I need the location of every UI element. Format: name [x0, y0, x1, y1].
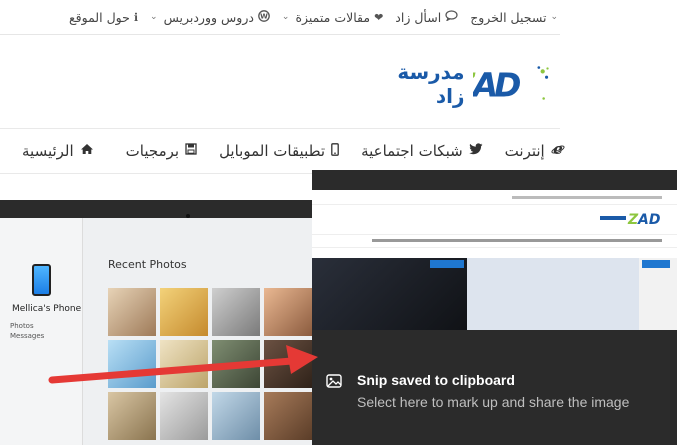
topnav-about-label: حول الموقع — [69, 9, 130, 25]
photo-thumbnail[interactable] — [108, 288, 156, 336]
photo-thumbnail[interactable] — [108, 340, 156, 388]
topnav-logout-label: تسجيل الخروج — [470, 9, 547, 25]
mainnav-software-label: برمجيات — [125, 142, 180, 160]
photo-thumbnail[interactable] — [264, 288, 312, 336]
topnav-ask[interactable]: اسأل زاد — [395, 10, 458, 25]
svg-text:D: D — [494, 66, 521, 105]
photo-thumbnail[interactable] — [212, 340, 260, 388]
svg-text:AD: AD — [637, 212, 660, 227]
mainnav-software[interactable]: برمجيات — [126, 142, 197, 160]
top-nav: ℹ حول الموقع W دروس ووردبريس ⌄ ❤ مقالات … — [57, 0, 560, 34]
phone-sidebar: Mellica's Phone Photos Messages — [0, 218, 83, 445]
mainnav-social[interactable]: شبكات اجتماعية — [361, 142, 483, 160]
mainnav-home[interactable]: الرئيسية — [22, 142, 94, 160]
mini-nav-line — [372, 239, 662, 242]
svg-text:W: W — [260, 12, 268, 20]
top-utility-bar: ℹ حول الموقع W دروس ووردبريس ⌄ ❤ مقالات … — [0, 0, 560, 35]
mainnav-mobile-label: تطبيقات الموبايل — [219, 142, 326, 160]
site-logo[interactable]: Z A D مدرسة زاد — [365, 60, 550, 108]
mini-nav — [312, 234, 677, 248]
topnav-logout[interactable]: ⌄ تسجيل الخروج — [470, 10, 560, 25]
toast-body: Select here to mark up and share the ima… — [357, 394, 630, 410]
wordpress-icon: W — [258, 9, 270, 25]
logo-text: مدرسة زاد — [397, 60, 465, 108]
topnav-wordpress-label: دروس ووردبريس — [163, 9, 254, 25]
save-icon — [185, 143, 197, 159]
photo-thumbnail[interactable] — [160, 392, 208, 440]
topnav-featured[interactable]: ❤ مقالات متميزة ⌄ — [282, 10, 383, 25]
comment-icon — [445, 10, 458, 24]
photo-thumbnail[interactable] — [212, 392, 260, 440]
snip-overlay-top — [312, 170, 677, 190]
mini-logo-icon: Z AD — [600, 212, 660, 227]
snip-toast-notification[interactable]: Snip saved to clipboard Select here to m… — [312, 330, 677, 445]
chevron-down-icon: ⌄ — [550, 12, 558, 22]
heart-icon: ❤ — [374, 10, 384, 24]
mainnav-home-label: الرئيسية — [22, 142, 74, 160]
photo-thumbnail[interactable] — [160, 288, 208, 336]
sidebar-messages: Messages — [10, 332, 45, 340]
mini-badge — [642, 260, 670, 268]
mobile-icon — [331, 142, 339, 160]
snip-preview[interactable]: Z AD — [312, 190, 677, 330]
mainnav-mobile[interactable]: تطبيقات الموبايل — [219, 142, 339, 160]
photo-thumbnail[interactable] — [160, 340, 208, 388]
phone-name: Mellica's Phone — [12, 304, 82, 314]
image-icon — [326, 374, 342, 388]
info-icon: ℹ — [133, 10, 139, 24]
topnav-featured-label: مقالات متميزة — [295, 9, 371, 25]
mini-topnav-line — [512, 196, 662, 199]
phone-icon — [32, 264, 51, 296]
home-icon — [80, 143, 94, 159]
toast-title: Snip saved to clipboard — [357, 372, 515, 388]
sidebar-photos: Photos — [10, 322, 34, 330]
mini-topbar — [312, 190, 677, 205]
article-image[interactable]: Mellica's Phone Photos Messages Recent P… — [0, 200, 312, 445]
mini-article-image-3 — [639, 258, 677, 330]
chevron-down-icon: ⌄ — [150, 12, 158, 22]
main-nav: الرئيسية برمجيات تطبيقات الموبايل شبكات … — [0, 128, 565, 174]
mini-badge — [430, 260, 464, 268]
chevron-down-icon: ⌄ — [281, 12, 290, 22]
photo-thumbnail[interactable] — [108, 392, 156, 440]
mini-article-image-1 — [312, 258, 467, 330]
photo-thumbnail[interactable] — [264, 340, 312, 388]
mainnav-social-label: شبكات اجتماعية — [361, 142, 463, 160]
mainnav-internet[interactable]: e إنترنت — [504, 140, 565, 160]
photo-thumbnail[interactable] — [264, 392, 312, 440]
twitter-icon — [468, 143, 483, 159]
ie-icon: e — [551, 140, 565, 160]
zad-logo-icon: Z A D — [473, 66, 549, 105]
topnav-about[interactable]: ℹ حول الموقع — [69, 10, 138, 25]
photo-thumbnail[interactable] — [212, 288, 260, 336]
topnav-ask-label: اسأل زاد — [395, 9, 442, 25]
topnav-wordpress[interactable]: W دروس ووردبريس ⌄ — [150, 10, 270, 25]
mainnav-internet-label: إنترنت — [504, 142, 545, 160]
your-phone-window: Mellica's Phone Photos Messages Recent P… — [0, 218, 312, 445]
mini-article-image-2 — [467, 258, 639, 330]
photos-title: Recent Photos — [108, 258, 187, 271]
